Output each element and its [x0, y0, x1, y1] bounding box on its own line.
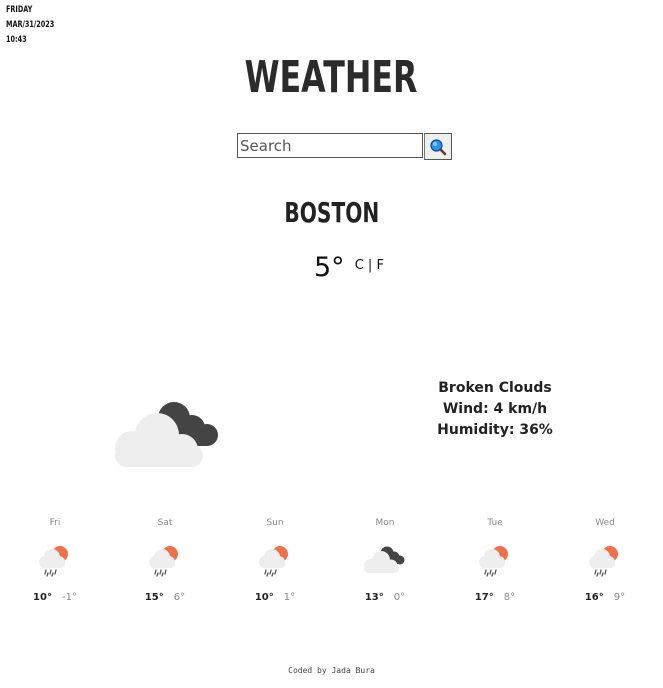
footer-credit: Coded by Jada Bura: [288, 666, 375, 675]
forecast-day: Tue 17° 8°: [455, 518, 535, 603]
city-name-text: Boston: [284, 196, 379, 229]
forecast-day-name: Fri: [49, 518, 61, 528]
date-time-block: Friday Mar/31/2023 10:43: [6, 3, 54, 48]
broken-clouds-icon: [112, 400, 222, 475]
forecast-day-name: Wed: [595, 518, 615, 528]
forecast-day-name: Sun: [266, 518, 284, 528]
forecast-high: 15°: [144, 592, 164, 603]
unit-toggle: C | F: [355, 258, 384, 273]
forecast-day-name: Sat: [157, 518, 173, 528]
rain-sun-icon: [125, 538, 205, 582]
search-form: [237, 133, 452, 160]
forecast-low: 9°: [613, 592, 626, 603]
forecast-day-name: Tue: [487, 518, 503, 528]
forecast-high: 17°: [474, 592, 494, 603]
humidity: Humidity: 36%: [437, 422, 553, 438]
forecast-low: -1°: [61, 592, 77, 603]
forecast-day: Sun 10° 1°: [235, 518, 315, 603]
search-input[interactable]: [237, 133, 423, 158]
forecast-day: Wed 16° 9°: [565, 518, 645, 603]
forecast-high: 13°: [364, 592, 384, 603]
search-icon: [430, 138, 447, 155]
forecast-day-name: Mon: [375, 518, 395, 528]
forecast-low: 1°: [283, 592, 296, 603]
city-name: Boston: [0, 196, 663, 229]
app-title-text: Weather: [245, 52, 418, 103]
forecast-day: Fri 10° -1°: [15, 518, 95, 603]
weather-description: Broken Clouds: [438, 380, 552, 396]
rain-sun-icon: [565, 538, 645, 582]
wind-speed: Wind: 4 km/h: [442, 401, 548, 417]
unit-separator: |: [367, 258, 373, 273]
forecast-day: Mon 13° 0°: [345, 518, 425, 603]
forecast-high: 16°: [584, 592, 604, 603]
forecast-low: 6°: [173, 592, 186, 603]
forecast-high: 10°: [33, 592, 52, 603]
broken-clouds-icon: [345, 538, 425, 582]
rain-sun-icon: [455, 538, 535, 582]
app-title: Weather: [0, 52, 663, 103]
rain-sun-icon: [15, 538, 95, 582]
time: 10:43: [6, 35, 27, 45]
forecast-high: 10°: [254, 592, 274, 603]
celsius-link[interactable]: C: [355, 258, 364, 273]
forecast-day: Sat 15° 6°: [125, 518, 205, 603]
current-temperature: 5°: [314, 252, 345, 283]
forecast-low: 0°: [393, 592, 406, 603]
rain-sun-icon: [235, 538, 315, 582]
date: Mar/31/2023: [6, 20, 55, 30]
current-details: Broken Clouds Wind: 4 km/h Humidity: 36%: [420, 378, 570, 441]
current-temperature-row: 5° C | F: [314, 252, 384, 283]
search-button[interactable]: [424, 133, 452, 160]
weekday: Friday: [6, 5, 33, 15]
fahrenheit-link[interactable]: F: [376, 258, 383, 273]
forecast-low: 8°: [503, 592, 516, 603]
